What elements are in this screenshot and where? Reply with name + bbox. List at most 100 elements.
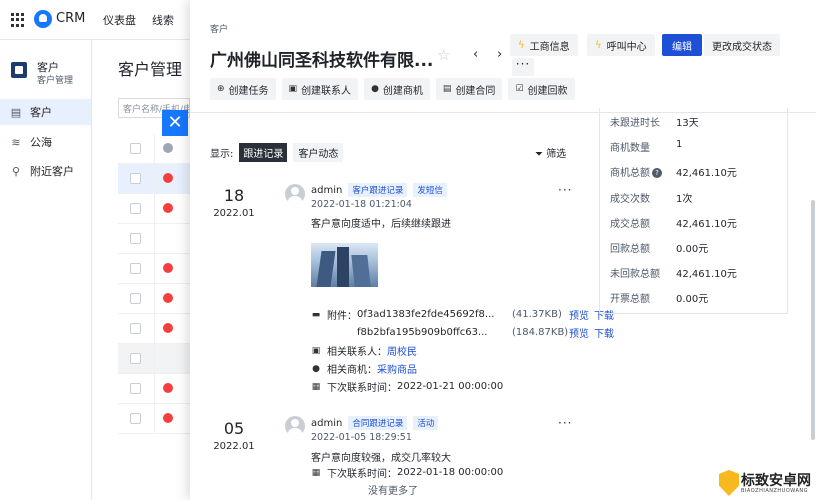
table-row[interactable] <box>118 284 190 314</box>
shield-icon <box>719 470 739 496</box>
button-label: 呼叫中心 <box>606 41 647 53</box>
status-dot <box>163 173 173 183</box>
contract-icon: ▤ <box>442 84 452 94</box>
sidebar-item-nearby[interactable]: ⚲ 附近客户 <box>0 158 91 184</box>
customer-stats-panel: 未跟进时长 13天 商机数量 1 商机总额? 42,461.10元 成交次数 1… <box>599 108 788 314</box>
stat-value: 0.00元 <box>676 294 709 305</box>
row-checkbox[interactable] <box>130 203 141 214</box>
status-dot <box>163 293 173 303</box>
table-row[interactable] <box>118 314 190 344</box>
create-contact-button[interactable]: ▣ 创建联系人 <box>281 78 359 100</box>
sidebar-item-sea[interactable]: ≋ 公海 <box>0 129 91 155</box>
row-checkbox[interactable] <box>130 413 141 424</box>
create-opportunity-button[interactable]: ● 创建商机 <box>364 78 430 100</box>
close-drawer-button[interactable]: ✕ <box>162 110 188 136</box>
help-icon[interactable]: ? <box>652 168 662 178</box>
location-pin-icon: ⚲ <box>11 164 21 178</box>
sidebar-header: 客户 客户管理 <box>8 56 88 96</box>
table-row[interactable] <box>118 374 190 404</box>
button-label: 更改成交状态 <box>712 41 772 53</box>
tab-customer-activity[interactable]: 客户动态 <box>293 143 344 162</box>
info-circle-icon: ● <box>312 363 320 374</box>
row-checkbox[interactable] <box>130 263 141 274</box>
table-row[interactable] <box>118 194 190 224</box>
related-contact-row: ▣ 相关联系人： 周校民 <box>311 343 417 359</box>
plus-circle-icon: ⊕ <box>217 84 225 94</box>
sidebar-item-label: 附近客户 <box>30 165 74 178</box>
more-actions-button[interactable]: ··· <box>512 58 534 76</box>
crm-logo-icon <box>34 10 52 28</box>
row-checkbox[interactable] <box>130 293 141 304</box>
next-contact-label: 下次联系时间： <box>327 469 397 480</box>
create-actions-row: ⊕ 创建任务 ▣ 创建联系人 ● 创建商机 ▤ 创建合同 ☑ 创建回款 <box>210 78 575 100</box>
nav-leads[interactable]: 线索 <box>152 12 174 28</box>
next-contact-time: 2022-01-18 00:00:00 <box>397 467 504 478</box>
table-row[interactable] <box>118 404 190 434</box>
watermark-title: 标致安卓网 <box>741 473 811 489</box>
create-contract-button[interactable]: ▤ 创建合同 <box>435 78 503 100</box>
create-payment-button[interactable]: ☑ 创建回款 <box>508 78 575 100</box>
change-deal-status-button[interactable]: 更改成交状态 <box>704 34 780 56</box>
table-row[interactable] <box>118 254 190 284</box>
record-author-row: admin 合同跟进记录 活动 <box>311 416 439 430</box>
record-year-month: 2022.01 <box>213 208 255 219</box>
contact-label: 相关联系人： <box>327 347 387 358</box>
stat-label: 未回款总额 <box>610 269 660 280</box>
record-type-tag: 合同跟进记录 <box>348 416 408 430</box>
create-task-button[interactable]: ⊕ 创建任务 <box>210 78 276 100</box>
download-link[interactable]: 下载 <box>594 325 614 340</box>
drawer-category: 客户 <box>210 25 229 35</box>
sidebar-subtitle: 客户管理 <box>37 76 74 86</box>
folder-icon: ▬ <box>311 309 321 320</box>
opportunity-link[interactable]: 采购商品 <box>377 361 417 376</box>
record-more-button[interactable]: ··· <box>558 183 572 197</box>
nav-dashboard[interactable]: 仪表盘 <box>103 12 136 28</box>
wave-icon: ≋ <box>11 135 21 149</box>
drawer-scrollbar[interactable] <box>811 200 815 440</box>
table-row[interactable] <box>118 344 190 374</box>
display-label: 显示: <box>210 149 234 160</box>
table-row[interactable] <box>118 224 190 254</box>
star-icon[interactable]: ☆ <box>437 46 450 64</box>
status-dot <box>163 413 173 423</box>
record-content: 客户意向度适中，后续继续跟进 <box>311 219 451 230</box>
record-more-button[interactable]: ··· <box>558 416 572 430</box>
chevron-left-icon[interactable]: ‹ <box>473 47 478 62</box>
preview-link[interactable]: 预览 <box>569 325 589 340</box>
top-nav: 仪表盘 线索 客 <box>103 12 201 28</box>
call-center-button[interactable]: ϟ 呼叫中心 <box>587 34 655 56</box>
customer-detail-drawer: 客户 广州佛山同圣科技软件有限... ☆ ‹ › ··· ϟ 工商信息 ϟ 呼叫… <box>190 0 816 500</box>
row-checkbox[interactable] <box>130 233 141 244</box>
app-grid-icon[interactable] <box>11 13 25 27</box>
file-name: 0f3ad1383fe2fde45692f8... <box>357 309 495 320</box>
contact-link[interactable]: 周校民 <box>387 343 417 358</box>
row-checkbox[interactable] <box>130 383 141 394</box>
edit-button[interactable]: 编辑 <box>662 34 702 56</box>
stat-label: 开票总额 <box>610 294 650 305</box>
row-checkbox[interactable] <box>130 173 141 184</box>
stat-label: 回款总额 <box>610 244 650 255</box>
row-checkbox[interactable] <box>130 353 141 364</box>
record-time: 2022-01-05 18:29:51 <box>311 432 412 443</box>
tab-follow-records[interactable]: 跟进记录 <box>239 143 288 162</box>
status-dot <box>163 143 173 153</box>
table-row[interactable] <box>118 164 190 194</box>
filter-button[interactable]: ⏷ 筛选 <box>535 145 566 160</box>
button-label: 工商信息 <box>529 41 570 53</box>
button-label: 创建商机 <box>382 85 423 97</box>
row-checkbox[interactable] <box>130 323 141 334</box>
record-time: 2022-01-18 01:21:04 <box>311 199 412 210</box>
stat-value: 42,461.10元 <box>676 168 737 179</box>
calendar-icon: ▦ <box>311 467 321 478</box>
chevron-right-icon[interactable]: › <box>497 47 502 62</box>
avatar <box>285 184 305 204</box>
attachment-image[interactable] <box>311 243 378 287</box>
stat-label: 未跟进时长 <box>610 118 660 129</box>
business-info-button[interactable]: ϟ 工商信息 <box>510 34 578 56</box>
row-checkbox[interactable] <box>130 143 141 154</box>
table-row[interactable] <box>118 134 190 164</box>
sidebar-item-customers[interactable]: ▤ 客户 <box>0 99 91 125</box>
file-name: f8b2bfa195b909b0ffc63... <box>357 327 488 338</box>
watermark-logo: 标致安卓网 BIAOZHIANZHUOWANG <box>719 468 816 500</box>
preview-link[interactable]: 预览 <box>569 307 589 322</box>
